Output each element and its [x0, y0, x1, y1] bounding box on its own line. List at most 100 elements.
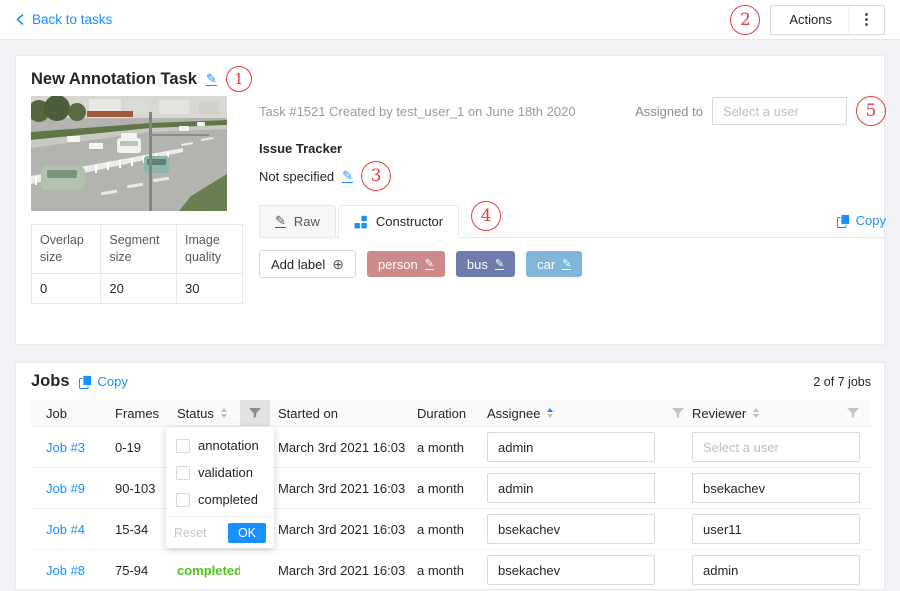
job-row-8: Job #8 75-94 completed ? March 3rd 2021 …	[31, 550, 871, 591]
task-preview-image	[31, 96, 227, 211]
job-8-reviewer-input[interactable]	[692, 555, 860, 585]
jobs-table-header: Job Frames Status Started on Duration As…	[31, 400, 871, 427]
jobs-title: Jobs	[31, 372, 70, 391]
job-4-assignee-input[interactable]	[487, 514, 655, 544]
param-header-segment: Segment size	[101, 225, 177, 274]
job-row-4: Job #4 15-34 March 3rd 2021 16:03 a mont…	[31, 509, 871, 550]
tab-raw-label: Raw	[294, 214, 320, 229]
job-8-status: completed	[177, 563, 240, 578]
status-filter-funnel-icon[interactable]	[249, 408, 261, 419]
tab-constructor-label: Constructor	[376, 214, 443, 229]
task-details-card: New Annotation Task ✎ 1	[15, 55, 885, 345]
filter-ok-button[interactable]: OK	[228, 523, 266, 543]
assignee-sort-control[interactable]	[547, 408, 553, 418]
jobs-copy-label: Copy	[98, 374, 128, 389]
actions-label: Actions	[771, 12, 848, 27]
col-header-duration: Duration	[417, 406, 466, 421]
col-header-frames: Frames	[115, 406, 159, 421]
job-3-reviewer-input[interactable]	[692, 432, 860, 462]
kebab-menu-icon[interactable]: ⋮	[848, 6, 884, 34]
job-3-link[interactable]: Job #3	[46, 440, 85, 455]
param-value-overlap: 0	[32, 273, 101, 303]
labels-tabs-bar: ✎ Raw Constructor 4 Copy	[259, 204, 886, 238]
labels-copy-link[interactable]: Copy	[837, 213, 886, 228]
edit-label-person-icon[interactable]: ✎	[425, 259, 434, 270]
job-8-link[interactable]: Job #8	[46, 563, 85, 578]
status-filter-cell[interactable]	[240, 400, 270, 426]
param-header-overlap: Overlap size	[32, 225, 101, 274]
param-header-quality: Image quality	[177, 225, 243, 274]
jobs-count-label: 2 of 7 jobs	[813, 375, 871, 389]
callout-4: 4	[471, 201, 501, 231]
task-title: New Annotation Task	[31, 70, 197, 89]
filter-option-completed-label: completed	[198, 492, 258, 507]
callout-1: 1	[226, 66, 252, 92]
back-chevron-icon	[15, 13, 25, 26]
checkbox-completed[interactable]	[176, 493, 190, 507]
tab-constructor[interactable]: Constructor	[338, 205, 459, 238]
issue-tracker-value: Not specified	[259, 169, 334, 184]
job-9-link[interactable]: Job #9	[46, 481, 85, 496]
col-header-job: Job	[46, 406, 67, 421]
status-sort-control[interactable]	[221, 408, 227, 418]
jobs-copy-icon	[79, 375, 92, 389]
col-header-started: Started on	[278, 406, 338, 421]
add-label-button[interactable]: Add label ⊕	[259, 250, 356, 278]
col-header-assignee: Assignee	[487, 406, 540, 421]
label-chip-bus[interactable]: bus ✎	[456, 251, 515, 277]
status-filter-dropdown: annotation validation completed Reset OK	[166, 427, 274, 548]
job-9-reviewer-input[interactable]	[692, 473, 860, 503]
back-to-tasks-link[interactable]: Back to tasks	[15, 12, 112, 27]
constructor-build-icon	[354, 215, 368, 229]
job-9-assignee-input[interactable]	[487, 473, 655, 503]
task-meta-text: Task #1521 Created by test_user_1 on Jun…	[259, 104, 576, 119]
assignee-filter-funnel-icon[interactable]	[672, 408, 684, 419]
checkbox-annotation[interactable]	[176, 439, 190, 453]
label-chip-person[interactable]: person ✎	[367, 251, 445, 277]
task-left-column: Overlap size Segment size Image quality …	[31, 96, 243, 304]
plus-circle-icon: ⊕	[332, 257, 344, 271]
param-value-segment: 20	[101, 273, 177, 303]
jobs-header: Jobs Copy 2 of 7 jobs	[31, 372, 871, 391]
reviewer-filter-funnel-icon[interactable]	[847, 408, 859, 419]
reviewer-sort-control[interactable]	[753, 408, 759, 418]
filter-reset-button[interactable]: Reset	[174, 526, 207, 540]
job-8-assignee-input[interactable]	[487, 555, 655, 585]
filter-option-annotation-label: annotation	[198, 438, 259, 453]
job-8-duration: a month	[417, 563, 464, 578]
jobs-card: Jobs Copy 2 of 7 jobs Job Frames Status …	[15, 362, 885, 590]
col-header-reviewer: Reviewer	[692, 406, 746, 421]
copy-icon	[837, 214, 850, 228]
filter-option-completed[interactable]: completed	[166, 486, 274, 513]
jobs-copy-link[interactable]: Copy	[79, 374, 128, 389]
assigned-to-input[interactable]	[712, 97, 847, 125]
label-chip-car[interactable]: car ✎	[526, 251, 582, 277]
filter-option-annotation[interactable]: annotation	[166, 432, 274, 459]
edit-label-car-icon[interactable]: ✎	[562, 259, 571, 270]
actions-button[interactable]: Actions ⋮	[770, 5, 885, 35]
job-4-link[interactable]: Job #4	[46, 522, 85, 537]
label-car-name: car	[537, 257, 555, 272]
job-9-duration: a month	[417, 481, 464, 496]
edit-title-icon[interactable]: ✎	[206, 73, 217, 86]
add-label-text: Add label	[271, 257, 325, 272]
job-4-reviewer-input[interactable]	[692, 514, 860, 544]
top-navigation-bar: Back to tasks 2 Actions ⋮	[0, 0, 900, 40]
edit-issue-tracker-icon[interactable]: ✎	[342, 170, 353, 183]
task-right-column: Task #1521 Created by test_user_1 on Jun…	[259, 96, 886, 278]
edit-label-bus-icon[interactable]: ✎	[495, 259, 504, 270]
param-value-quality: 30	[177, 273, 243, 303]
back-to-tasks-label: Back to tasks	[32, 12, 112, 27]
filter-option-validation-label: validation	[198, 465, 253, 480]
tab-raw[interactable]: ✎ Raw	[259, 205, 336, 237]
checkbox-validation[interactable]	[176, 466, 190, 480]
job-3-assignee-input[interactable]	[487, 432, 655, 462]
assigned-to-label: Assigned to	[635, 104, 703, 119]
filter-option-validation[interactable]: validation	[166, 459, 274, 486]
labels-constructor-row: Add label ⊕ person ✎ bus ✎ car ✎	[259, 250, 886, 278]
labels-copy-label: Copy	[856, 213, 886, 228]
job-9-started: March 3rd 2021 16:03	[278, 481, 405, 496]
job-4-duration: a month	[417, 522, 464, 537]
job-3-started: March 3rd 2021 16:03	[278, 440, 405, 455]
col-header-status: Status	[177, 406, 214, 421]
